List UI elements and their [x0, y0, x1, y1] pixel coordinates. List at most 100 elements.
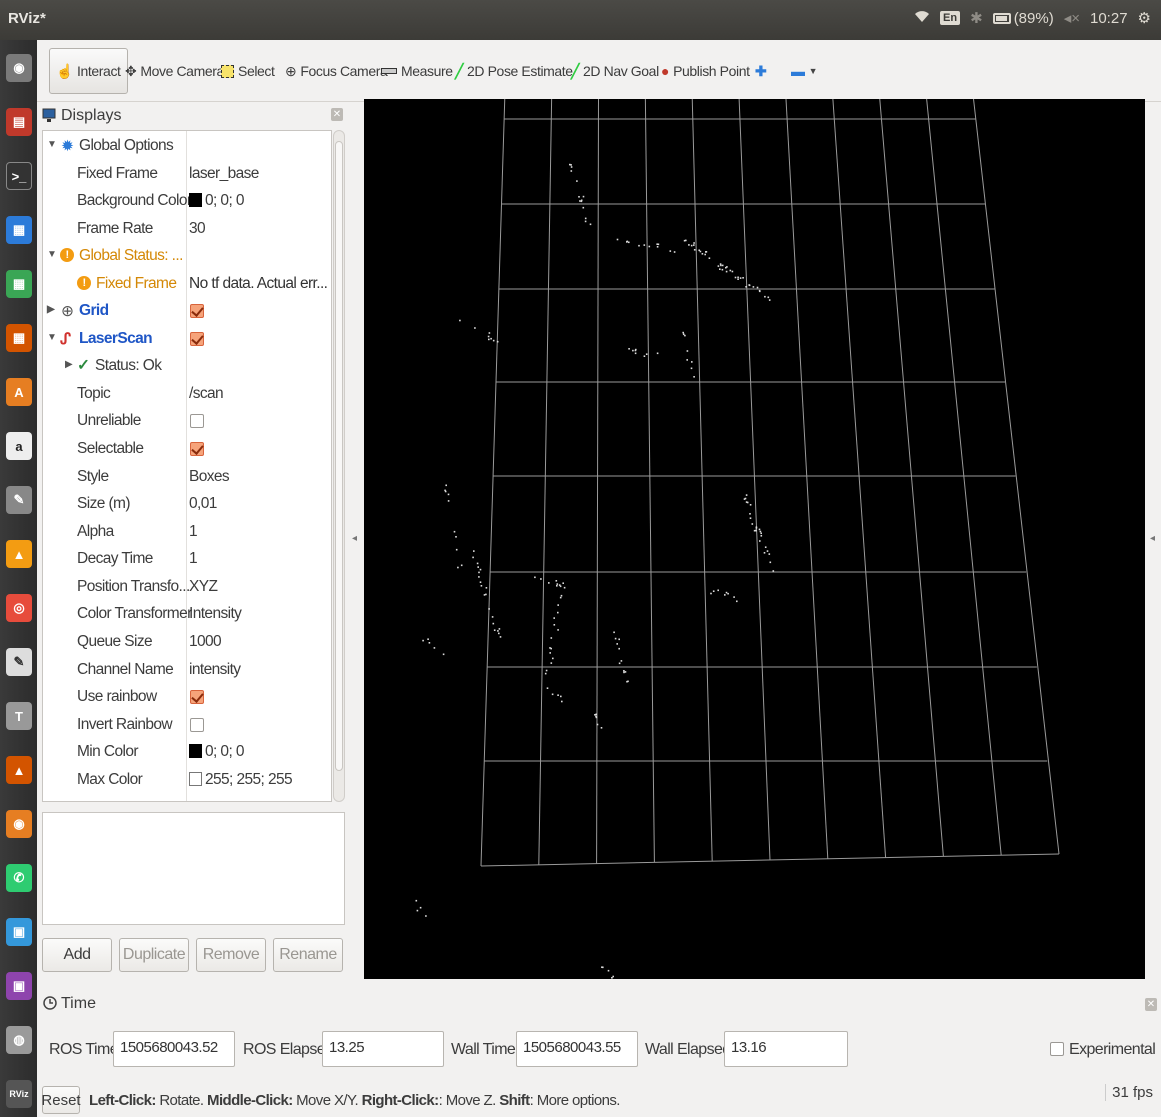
collapse-right-panel-icon[interactable]: ◂ [1150, 533, 1155, 544]
tree-row-global-options[interactable]: ▼ ✹ Global Options [43, 133, 331, 160]
property-value[interactable]: Boxes [189, 468, 230, 486]
tree-row-channel-name[interactable]: Channel Name intensity [43, 657, 331, 684]
keyboard-layout-indicator[interactable]: En [940, 11, 961, 25]
software-center-icon[interactable]: A [6, 378, 32, 406]
tree-row-max-color[interactable]: Max Color 255; 255; 255 [43, 767, 331, 794]
app2-icon[interactable]: ◍ [6, 1026, 32, 1054]
close-panel-icon[interactable]: ✕ [1145, 998, 1157, 1011]
displays-scrollbar[interactable] [333, 130, 345, 802]
property-value[interactable]: laser_base [189, 165, 259, 183]
select-tool[interactable]: Select [221, 56, 275, 86]
duplicate-display-button[interactable]: Duplicate [119, 938, 189, 972]
property-value[interactable]: 1000 [189, 633, 222, 651]
tree-row-use-rainbow[interactable]: Use rainbow [43, 684, 331, 711]
tree-row-selectable[interactable]: Selectable [43, 436, 331, 463]
tree-row-position-transformer[interactable]: Position Transfo... XYZ [43, 574, 331, 601]
app-icon[interactable]: ▣ [6, 972, 32, 1000]
text-editor-icon[interactable]: ✎ [6, 648, 32, 676]
chrome-icon[interactable]: ◎ [6, 594, 32, 622]
focus-camera-tool[interactable]: ⊕ Focus Camera [285, 56, 388, 86]
clock[interactable]: 10:27 [1090, 10, 1128, 27]
wall-time-field[interactable]: 1505680043.55 [516, 1031, 638, 1067]
texmaker-icon[interactable]: T [6, 702, 32, 730]
wifi-icon[interactable] [914, 9, 930, 27]
property-value[interactable]: 0; 0; 0 [189, 743, 244, 761]
vlc-icon[interactable]: ▲ [6, 540, 32, 568]
tree-row-alpha[interactable]: Alpha 1 [43, 519, 331, 546]
measure-tool[interactable]: Measure [381, 56, 453, 86]
volume-icon[interactable]: ◂× [1064, 9, 1080, 27]
property-value[interactable]: Intensity [189, 605, 242, 623]
tree-row-grid[interactable]: ▶ ⊕ Grid [43, 298, 331, 325]
system-settings-icon[interactable]: ✎ [6, 486, 32, 514]
add-display-button[interactable]: Add [42, 938, 112, 972]
tree-row-unreliable[interactable]: Unreliable [43, 408, 331, 435]
collapse-left-panel-icon[interactable]: ◂ [352, 533, 357, 544]
tree-row-status-fixed-frame[interactable]: ! Fixed Frame No tf data. Actual err... [43, 271, 331, 298]
impress-icon[interactable]: ▦ [6, 324, 32, 352]
writer-icon[interactable]: ▦ [6, 216, 32, 244]
bluetooth-icon[interactable]: ✱ [970, 9, 983, 27]
invert-rainbow-checkbox[interactable] [190, 718, 204, 732]
tree-row-status-ok[interactable]: ▶ ✓ Status: Ok [43, 353, 331, 380]
firefox-icon[interactable]: ◉ [6, 810, 32, 838]
laserscan-enabled-checkbox[interactable] [190, 332, 204, 346]
tree-row-color-transformer[interactable]: Color Transformer Intensity [43, 601, 331, 628]
render-viewport[interactable] [364, 99, 1145, 979]
move-camera-tool[interactable]: ✥ Move Camera [125, 56, 224, 86]
tree-row-laserscan[interactable]: ▼ ᔑ LaserScan [43, 326, 331, 353]
property-value[interactable]: /scan [189, 385, 224, 403]
calc-icon[interactable]: ▦ [6, 270, 32, 298]
wall-elapsed-field[interactable]: 13.16 [724, 1031, 848, 1067]
rename-display-button[interactable]: Rename [273, 938, 343, 972]
terminal-icon[interactable]: >_ [6, 162, 32, 190]
close-panel-icon[interactable]: ✕ [331, 108, 343, 121]
pose-estimate-tool[interactable]: ╱ 2D Pose Estimate [455, 56, 573, 86]
publish-point-tool[interactable]: ● Publish Point [661, 56, 750, 86]
tree-row-queue-size[interactable]: Queue Size 1000 [43, 629, 331, 656]
expand-arrow-icon[interactable]: ▶ [65, 359, 73, 370]
use-rainbow-checkbox[interactable] [190, 690, 204, 704]
expand-arrow-icon[interactable]: ▼ [47, 139, 57, 150]
tree-row-min-color[interactable]: Min Color 0; 0; 0 [43, 739, 331, 766]
tree-row-invert-rainbow[interactable]: Invert Rainbow [43, 712, 331, 739]
tree-row-fixed-frame[interactable]: Fixed Frame laser_base [43, 161, 331, 188]
scrollbar-thumb[interactable] [335, 141, 343, 771]
experimental-checkbox[interactable] [1050, 1042, 1064, 1056]
files-icon[interactable]: ▤ [6, 108, 32, 136]
tree-row-style[interactable]: Style Boxes [43, 464, 331, 491]
property-value[interactable]: XYZ [189, 578, 218, 596]
tree-row-topic[interactable]: Topic /scan [43, 381, 331, 408]
remove-display-button[interactable]: Remove [196, 938, 266, 972]
property-value[interactable]: 30 [189, 220, 206, 238]
property-value[interactable]: 0; 0; 0 [189, 192, 244, 210]
reset-button[interactable]: Reset [41, 1086, 81, 1114]
expand-arrow-icon[interactable]: ▼ [47, 249, 57, 260]
property-value[interactable]: intensity [189, 661, 241, 679]
unreliable-checkbox[interactable] [190, 414, 204, 428]
add-tool-button[interactable]: ✚ [755, 56, 767, 86]
matlab-icon[interactable]: ▲ [6, 756, 32, 784]
tree-row-background-color[interactable]: Background Color 0; 0; 0 [43, 188, 331, 215]
property-value[interactable]: 1 [189, 550, 198, 568]
property-value[interactable]: 255; 255; 255 [189, 771, 293, 789]
ros-time-field[interactable]: 1505680043.52 [113, 1031, 235, 1067]
whatsapp-icon[interactable]: ✆ [6, 864, 32, 892]
dash-icon[interactable]: ◉ [6, 54, 32, 82]
tree-row-decay-time[interactable]: Decay Time 1 [43, 546, 331, 573]
expand-arrow-icon[interactable]: ▼ [47, 332, 57, 343]
tree-row-frame-rate[interactable]: Frame Rate 30 [43, 216, 331, 243]
rviz-launcher-icon[interactable]: RViz [6, 1080, 32, 1108]
property-value[interactable]: 1 [189, 523, 198, 541]
grid-enabled-checkbox[interactable] [190, 304, 204, 318]
tree-row-global-status[interactable]: ▼ ! Global Status: ... [43, 243, 331, 270]
remote-desktop-icon[interactable]: ▣ [6, 918, 32, 946]
amazon-icon[interactable]: a [6, 432, 32, 460]
tree-row-size[interactable]: Size (m) 0,01 [43, 491, 331, 518]
nav-goal-tool[interactable]: ╱ 2D Nav Goal [571, 56, 659, 86]
battery-indicator[interactable]: (89%) [992, 10, 1054, 27]
expand-arrow-icon[interactable]: ▶ [47, 304, 55, 315]
ros-elapsed-field[interactable]: 13.25 [322, 1031, 444, 1067]
property-value[interactable]: 0,01 [189, 495, 217, 513]
remove-tool-button[interactable]: ▬ ▼ [791, 56, 818, 86]
